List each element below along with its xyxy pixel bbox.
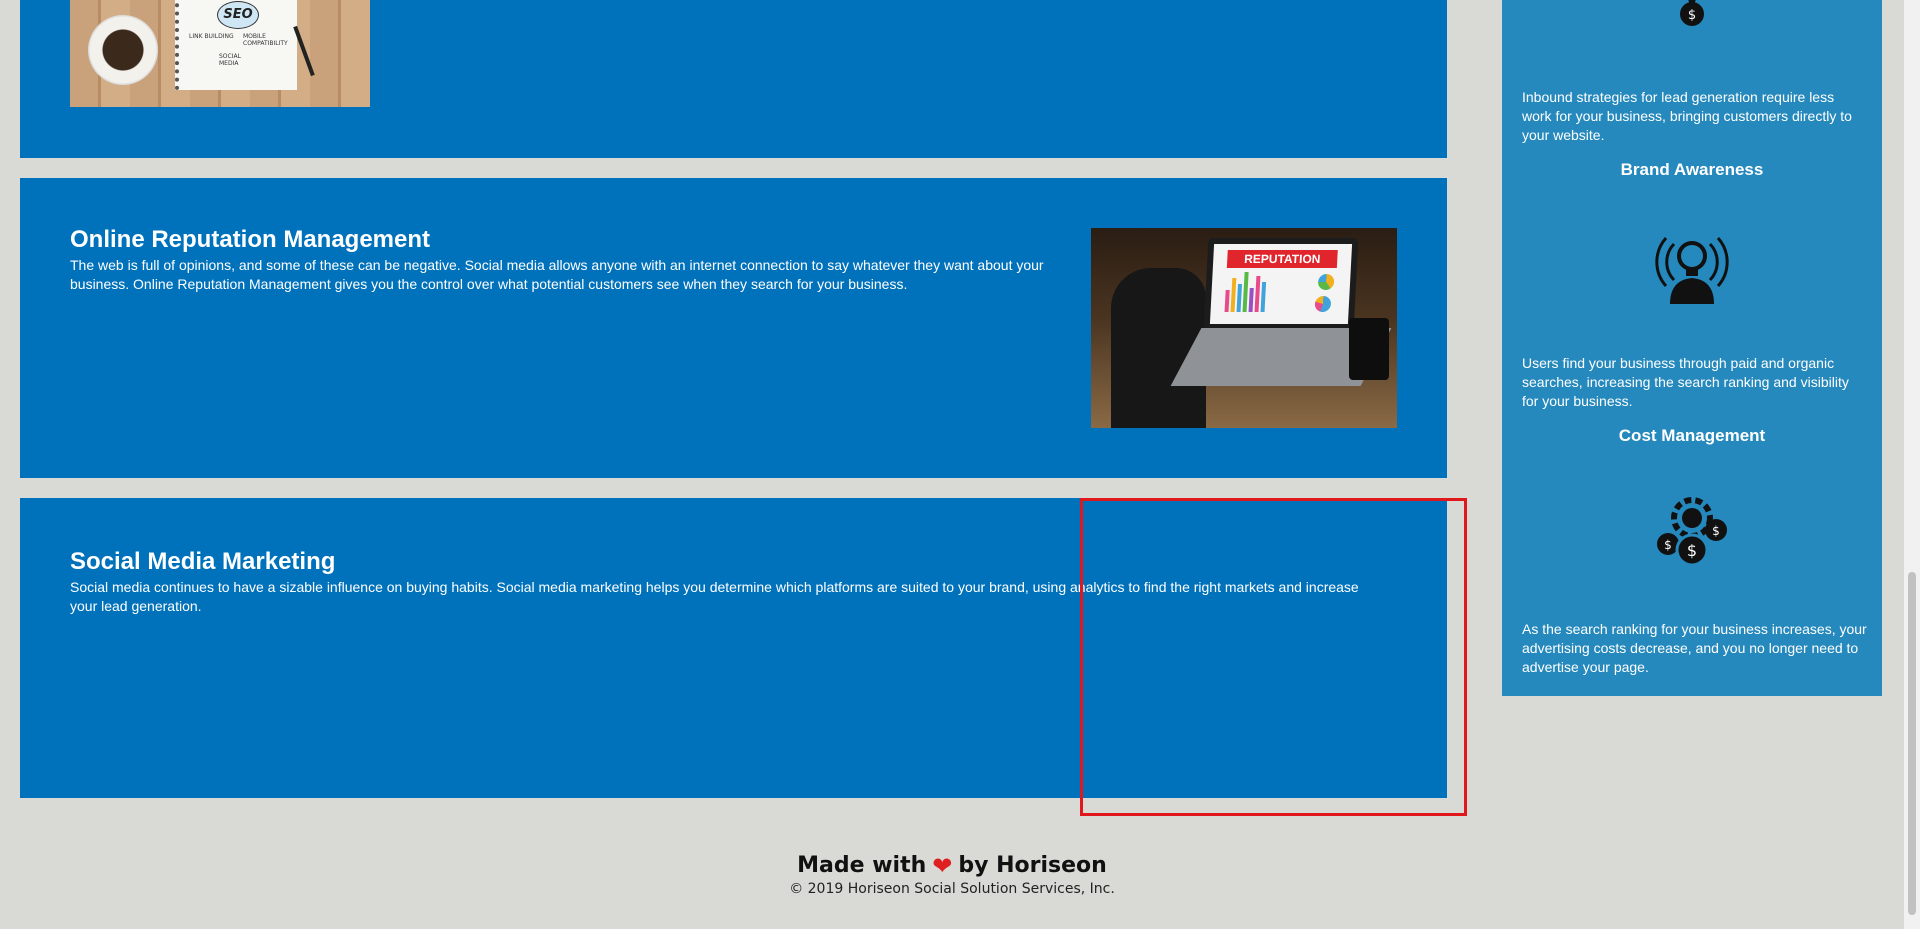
brand-awareness-heading: Brand Awareness	[1620, 160, 1764, 179]
svg-text:$: $	[1687, 541, 1697, 560]
lightbulb-broadcast-icon	[1655, 237, 1729, 304]
seo-word-mobile: MOBILE COMPATIBILITY	[243, 33, 288, 47]
cost-management-heading: Cost Management	[1618, 426, 1766, 445]
social-media-text: Social media continues to have a sizable…	[70, 579, 1359, 614]
heart-icon: ❤	[932, 852, 953, 880]
cup-image	[1349, 318, 1389, 380]
footer-by: by Horiseon	[958, 853, 1107, 878]
reputation-image: REPUTATION	[1091, 228, 1397, 428]
reputation-title: Online Reputation Management	[70, 226, 431, 253]
page: SEO LINK BUILDING MOBILE COMPATIBILITY S…	[0, 0, 1904, 929]
social-media-marketing-card: Social Media Marketing Social media cont…	[20, 498, 1447, 798]
lead-generation-text: Inbound strategies for lead generation r…	[1522, 89, 1852, 143]
reputation-banner: REPUTATION	[1226, 250, 1338, 268]
gear-dollar-icon: $ $ $	[1657, 497, 1727, 567]
notebook-image: SEO LINK BUILDING MOBILE COMPATIBILITY S…	[175, 0, 297, 90]
cost-management-text: As the search ranking for your business …	[1522, 621, 1867, 675]
svg-text:$: $	[1664, 538, 1672, 552]
footer-copyright: © 2019 Horiseon Social Solution Services…	[789, 881, 1115, 897]
svg-text:$: $	[1712, 524, 1720, 538]
search-engine-optimization-card: SEO LINK BUILDING MOBILE COMPATIBILITY S…	[20, 0, 1447, 158]
laptop-screen-image: REPUTATION	[1203, 238, 1359, 330]
coffee-cup-image	[88, 15, 158, 85]
reputation-text: The web is full of opinions, and some of…	[70, 257, 1044, 292]
seo-word-social: SOCIAL MEDIA	[219, 53, 241, 67]
social-media-title: Social Media Marketing	[70, 548, 336, 575]
seo-image: SEO LINK BUILDING MOBILE COMPATIBILITY S…	[70, 0, 370, 107]
svg-text:$: $	[1688, 8, 1696, 23]
seo-word-link-building: LINK BUILDING	[189, 33, 234, 40]
footer-made-with: Made with	[797, 853, 927, 878]
brand-awareness-text: Users find your business through paid an…	[1522, 355, 1849, 409]
magnet-dollar-icon: $	[1680, 0, 1704, 26]
online-reputation-management-card: Online Reputation Management The web is …	[20, 178, 1447, 478]
seo-cloud-label: SEO	[217, 1, 259, 29]
benefits-sidebar: $ Inbound strategies for lead generation…	[1502, 0, 1882, 696]
scrollbar-thumb[interactable]	[1908, 572, 1916, 915]
footer-title: Made with ❤ by Horiseon	[0, 852, 1904, 880]
page-scrollbar[interactable]	[1904, 0, 1920, 929]
